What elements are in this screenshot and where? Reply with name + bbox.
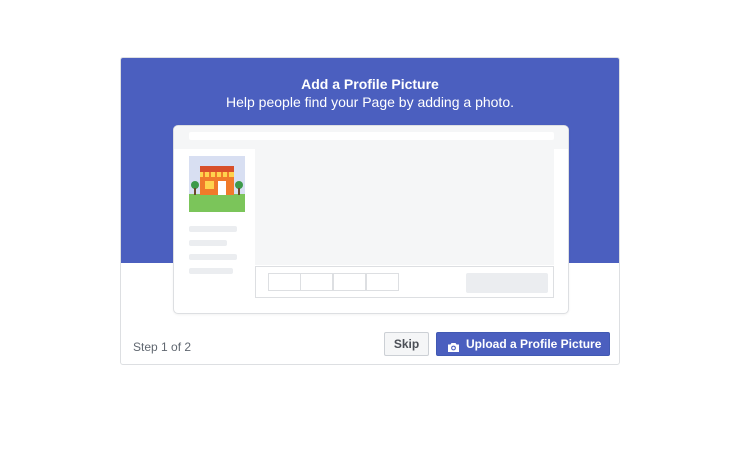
upload-profile-picture-button[interactable]: Upload a Profile Picture [436, 332, 610, 356]
add-profile-picture-dialog: Add a Profile Picture Help people find y… [120, 57, 620, 365]
mockup-action-button [466, 273, 548, 293]
mockup-sidebar-line [189, 240, 227, 246]
mockup-top-bar [174, 126, 568, 149]
mockup-tab [268, 273, 301, 291]
upload-button-label: Upload a Profile Picture [466, 337, 602, 351]
dialog-title: Add a Profile Picture [301, 76, 439, 92]
skip-button[interactable]: Skip [384, 332, 429, 356]
profile-picture-placeholder [189, 156, 245, 212]
mockup-tab-bar [255, 266, 554, 298]
storefront-illustration [189, 156, 245, 212]
dialog-subtitle: Help people find your Page by adding a p… [226, 94, 514, 110]
mockup-tab [300, 273, 333, 291]
mockup-cover-area [255, 149, 554, 265]
camera-icon [447, 338, 460, 360]
mockup-sidebar-line [189, 226, 237, 232]
mockup-tab [333, 273, 366, 291]
mockup-sidebar-line [189, 268, 233, 274]
mockup-search-bar [189, 132, 554, 140]
page-preview-mockup [173, 125, 569, 314]
step-indicator: Step 1 of 2 [133, 340, 192, 354]
mockup-tab [366, 273, 399, 291]
mockup-sidebar-line [189, 254, 237, 260]
